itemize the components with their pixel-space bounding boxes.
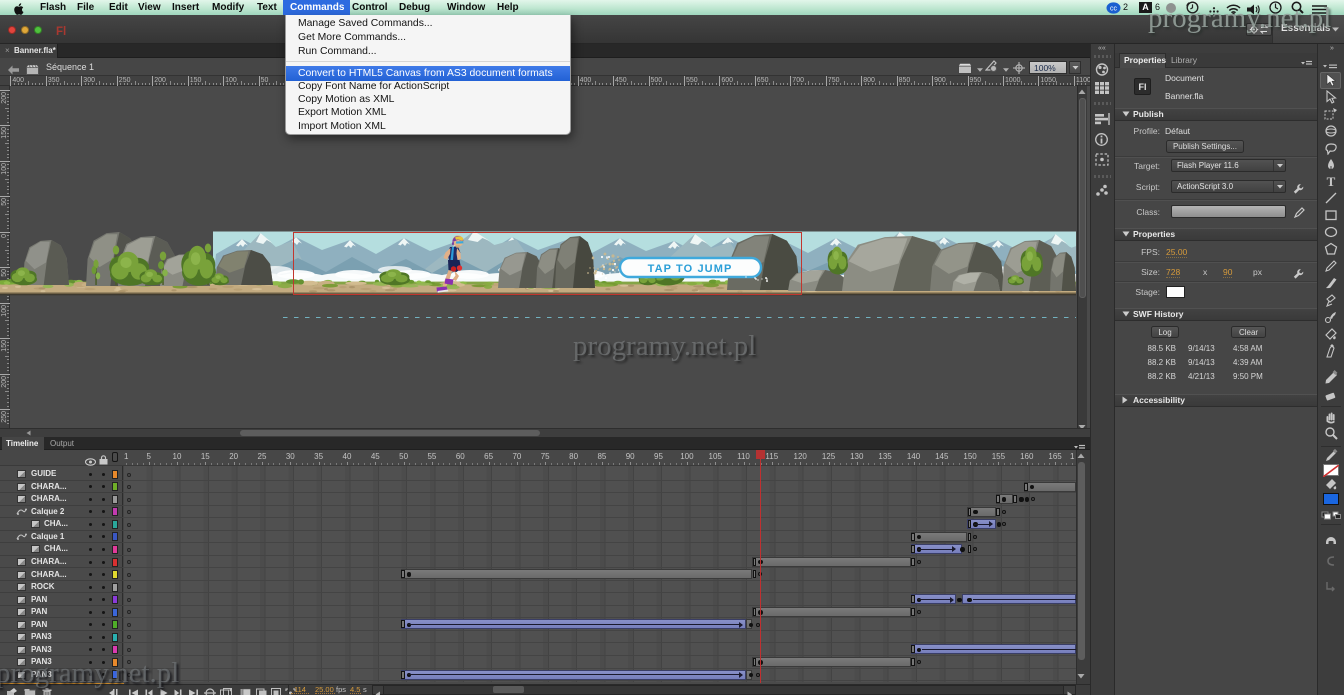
svg-text:T: T [1327, 174, 1336, 188]
svg-text:cc: cc [1110, 6, 1118, 13]
